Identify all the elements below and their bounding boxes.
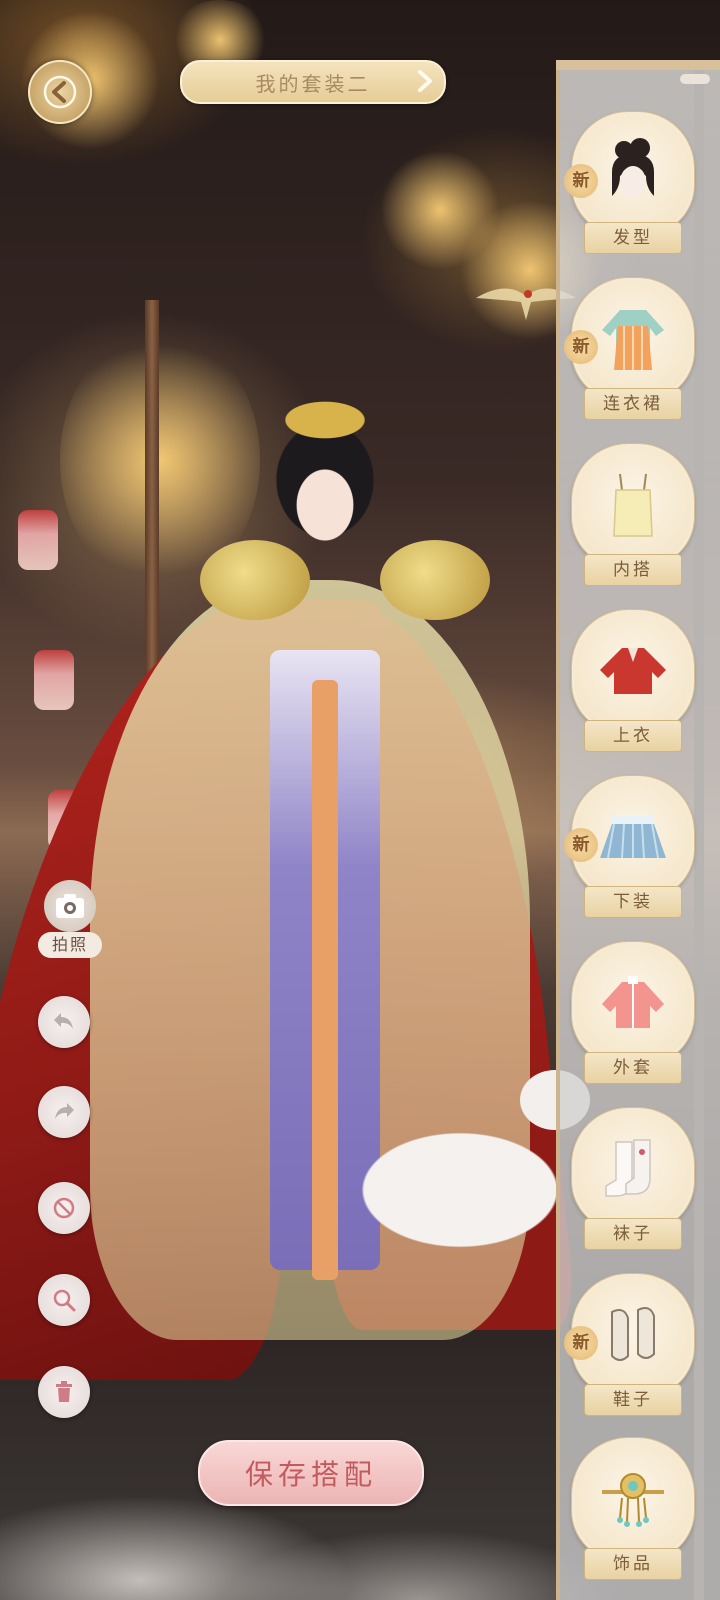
chevron-right-icon (418, 70, 432, 92)
category-scrollbar-handle[interactable] (680, 74, 710, 84)
category-item-shoes[interactable]: 新 鞋子 (564, 1274, 694, 1434)
reset-button[interactable] (38, 1182, 90, 1234)
new-badge: 新 (564, 828, 598, 862)
category-item-accessory[interactable]: 饰品 (570, 1438, 694, 1598)
zoom-button[interactable] (38, 1274, 90, 1326)
category-badge (572, 942, 694, 1064)
category-label: 发型 (584, 222, 682, 254)
top-icon (600, 648, 666, 694)
category-item-socks[interactable]: 袜子 (570, 1108, 694, 1268)
category-item-hair[interactable]: 新 发型 (564, 112, 694, 272)
category-label: 外套 (584, 1052, 682, 1084)
back-arrow-icon (43, 75, 77, 109)
gold-crown (260, 380, 390, 440)
accessory-icon (602, 1473, 664, 1527)
inner-top-icon (613, 473, 653, 537)
coat-icon (602, 976, 664, 1028)
undo-icon (54, 1013, 73, 1029)
category-panel-top-bar (556, 60, 720, 70)
category-label: 饰品 (584, 1548, 682, 1580)
camera-icon (56, 894, 84, 918)
socks-icon (605, 1139, 651, 1197)
category-badge (572, 444, 694, 566)
category-item-top[interactable]: 上衣 (570, 610, 694, 770)
trash-icon (56, 1381, 72, 1402)
category-label: 鞋子 (584, 1384, 682, 1416)
delete-button[interactable] (38, 1366, 90, 1418)
photo-label: 拍照 (38, 932, 102, 958)
outfit-title: 我的套装二 (255, 71, 371, 96)
category-item-skirt[interactable]: 新 下装 (564, 776, 694, 936)
orange-sash (312, 680, 338, 1280)
new-badge: 新 (564, 1326, 598, 1360)
category-badge (572, 610, 694, 732)
shoulder-ornament (380, 540, 490, 620)
camera-button-circle (44, 880, 96, 932)
category-label: 上衣 (584, 720, 682, 752)
shoes-icon (611, 1307, 655, 1361)
category-item-coat[interactable]: 外套 (570, 942, 694, 1102)
new-badge: 新 (564, 164, 598, 198)
category-label: 下装 (584, 886, 682, 918)
category-label: 袜子 (584, 1218, 682, 1250)
save-outfit-button[interactable]: 保存搭配 (198, 1440, 424, 1506)
new-badge: 新 (564, 330, 598, 364)
category-item-inner-top[interactable]: 内搭 (570, 444, 694, 604)
save-outfit-label: 保存搭配 (244, 1458, 377, 1491)
photo-button[interactable]: 拍照 (38, 880, 102, 960)
back-button[interactable] (28, 60, 92, 124)
undo-button[interactable] (38, 996, 90, 1048)
category-label: 连衣裙 (584, 388, 682, 420)
character-head (270, 420, 380, 560)
category-label: 内搭 (584, 554, 682, 586)
category-badge (572, 1438, 694, 1560)
skirt-icon (600, 816, 666, 859)
redo-button[interactable] (38, 1086, 90, 1138)
category-item-dress[interactable]: 新 连衣裙 (564, 278, 694, 438)
prohibit-icon (53, 1197, 75, 1219)
category-scrollbar[interactable] (694, 70, 704, 1600)
redo-icon (55, 1103, 74, 1119)
hair-icon (612, 138, 654, 198)
magnifier-icon (53, 1289, 76, 1312)
outfit-title-banner[interactable]: 我的套装二 (180, 60, 446, 104)
dress-icon (602, 310, 664, 370)
category-badge (572, 1108, 694, 1230)
